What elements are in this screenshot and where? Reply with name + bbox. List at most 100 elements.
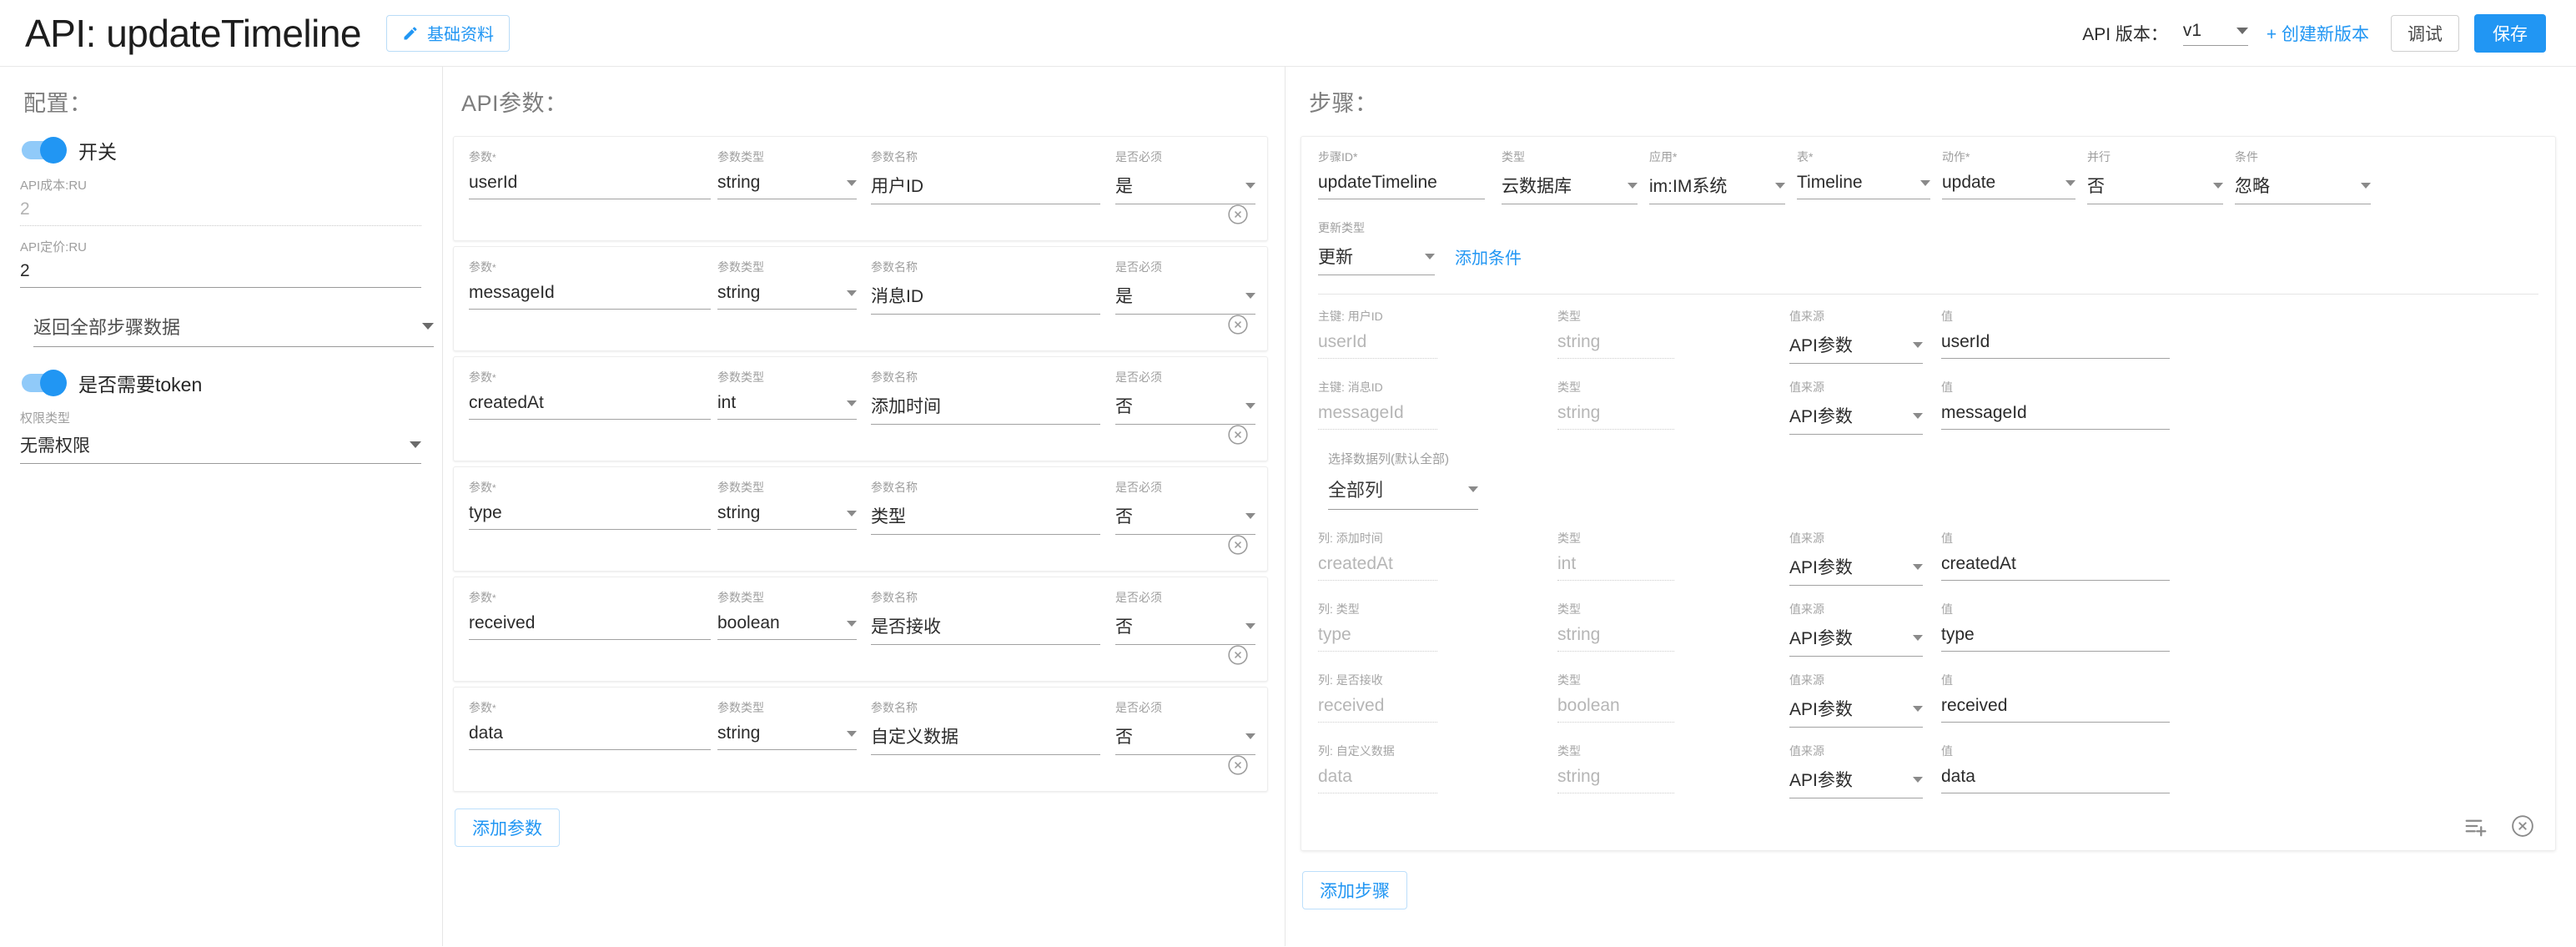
step-divider: [1318, 294, 2538, 295]
mapping-value-input[interactable]: 值 messageId: [1941, 379, 2170, 430]
step-table-select[interactable]: 表* Timeline: [1797, 149, 1930, 199]
param-name-input-value: data: [469, 723, 503, 743]
mapping-value-input[interactable]: 值 userId: [1941, 308, 2170, 359]
primary-key-mapping-row: 主键: 用户ID userId 类型 string 值来源 API参数 值 userId: [1318, 308, 2538, 364]
step-type-select[interactable]: 类型 云数据库: [1502, 149, 1638, 204]
remove-param-icon[interactable]: [1227, 424, 1249, 446]
enable-switch-toggle[interactable]: [22, 137, 67, 164]
auth-type-field[interactable]: 权限类型 无需权限: [20, 409, 421, 464]
return-mode-value: 返回全部步骤数据: [33, 317, 181, 338]
basic-info-button[interactable]: 基础资料: [386, 14, 511, 52]
step-app-select[interactable]: 应用* im:IM系统: [1649, 149, 1785, 204]
param-required-select[interactable]: 是否必须是: [1115, 259, 1255, 315]
mapping-value-input-label: 值: [1941, 602, 1953, 616]
mapping-source-select[interactable]: 值来源 API参数: [1789, 308, 1923, 364]
column-mapping-row: 列: 添加时间 createdAt 类型 int 值来源 API参数 值 createdAt: [1318, 530, 2538, 586]
param-required-select[interactable]: 是否必须否: [1115, 369, 1255, 425]
mapping-type-field-value: string: [1557, 767, 1601, 786]
param-name-input-label: 参数*: [469, 481, 496, 494]
debug-button[interactable]: 调试: [2391, 14, 2459, 52]
step-parallel-select[interactable]: 并行 否: [2087, 149, 2223, 204]
step-id-field[interactable]: 步骤ID* updateTimeline: [1318, 149, 1485, 199]
param-name-input[interactable]: 参数* received: [469, 589, 711, 640]
param-name-input-value: received: [469, 613, 536, 632]
remove-param-icon[interactable]: [1227, 534, 1249, 556]
add-list-item-icon[interactable]: [2463, 814, 2488, 839]
enable-switch-row[interactable]: 开关: [22, 136, 421, 164]
param-display-name-input[interactable]: 参数名称 类型: [871, 479, 1100, 535]
enable-switch-label: 开关: [78, 141, 117, 163]
mapping-value-input[interactable]: 值 type: [1941, 601, 2170, 652]
mapping-value-input[interactable]: 值 data: [1941, 743, 2170, 793]
param-type-select[interactable]: 参数类型 string: [717, 479, 857, 530]
param-required-select-label: 是否必须: [1115, 260, 1162, 274]
data-column-select[interactable]: 选择数据列(默认全部) 全部列: [1328, 450, 1478, 510]
param-type-select[interactable]: 参数类型 int: [717, 369, 857, 420]
mapping-source-select[interactable]: 值来源 API参数: [1789, 379, 1923, 435]
mapping-source-select[interactable]: 值来源 API参数: [1789, 672, 1923, 728]
param-type-select[interactable]: 参数类型 string: [717, 699, 857, 750]
save-button[interactable]: 保存: [2474, 13, 2546, 53]
api-version-select[interactable]: v1: [2182, 21, 2248, 46]
mapping-type-field-label: 类型: [1557, 744, 1581, 758]
api-cost-label: API成本:RU: [20, 179, 88, 193]
return-mode-select[interactable]: 返回全部步骤数据: [33, 313, 434, 347]
param-display-name-input[interactable]: 参数名称 用户ID: [871, 149, 1100, 204]
api-price-label: API定价:RU: [20, 240, 88, 254]
param-display-name-input[interactable]: 参数名称 添加时间: [871, 369, 1100, 425]
param-type-select-label: 参数类型: [717, 481, 764, 494]
mapping-source-select[interactable]: 值来源 API参数: [1789, 743, 1923, 798]
add-condition-link[interactable]: 添加条件: [1455, 244, 1522, 269]
token-switch-row[interactable]: 是否需要token: [22, 369, 421, 397]
mapping-source-select-label: 值来源: [1789, 310, 1824, 323]
remove-param-icon[interactable]: [1227, 204, 1249, 225]
step-condition-select[interactable]: 条件 忽略: [2235, 149, 2371, 204]
param-type-select[interactable]: 参数类型 string: [717, 149, 857, 199]
param-display-name-input[interactable]: 参数名称 消息ID: [871, 259, 1100, 315]
config-panel: 配置： 开关 API成本:RU 2 API定价:RU 2 返回全部步骤数据 是否…: [0, 67, 442, 946]
remove-param-icon[interactable]: [1227, 644, 1249, 666]
param-required-select[interactable]: 是否必须否: [1115, 589, 1255, 645]
param-display-name-input[interactable]: 参数名称 自定义数据: [871, 699, 1100, 755]
param-name-input[interactable]: 参数* messageId: [469, 259, 711, 310]
remove-param-icon[interactable]: [1227, 754, 1249, 776]
param-required-select[interactable]: 是否必须是: [1115, 149, 1255, 204]
param-card: 参数* userId 参数类型 string 参数名称 用户ID 是否必须是: [453, 136, 1268, 241]
mapping-column-field-value: type: [1318, 625, 1351, 644]
config-section-title: 配置：: [23, 91, 93, 116]
param-type-select[interactable]: 参数类型 string: [717, 259, 857, 310]
param-display-name-input-value: 类型: [871, 507, 906, 526]
param-name-input-label: 参数*: [469, 701, 496, 714]
mapping-column-field-label: 列: 类型: [1318, 602, 1360, 616]
step-id-value: updateTimeline: [1318, 173, 1485, 199]
remove-param-icon[interactable]: [1227, 314, 1249, 335]
delete-step-icon[interactable]: [2510, 814, 2535, 839]
chevron-down-icon: [2065, 179, 2075, 186]
update-type-select[interactable]: 更新类型 更新: [1318, 219, 1435, 275]
token-switch-toggle[interactable]: [22, 370, 67, 396]
mapping-column-field: 列: 自定义数据 data: [1318, 743, 1437, 793]
param-name-input[interactable]: 参数* type: [469, 479, 711, 530]
mapping-value-input[interactable]: 值 received: [1941, 672, 2170, 723]
api-price-field[interactable]: API定价:RU 2: [20, 238, 421, 288]
param-required-select-label: 是否必须: [1115, 150, 1162, 164]
chevron-down-icon: [1913, 412, 1923, 419]
mapping-source-select[interactable]: 值来源 API参数: [1789, 530, 1923, 586]
param-name-input[interactable]: 参数* createdAt: [469, 369, 711, 420]
param-display-name-input[interactable]: 参数名称 是否接收: [871, 589, 1100, 645]
param-required-select[interactable]: 是否必须否: [1115, 699, 1255, 755]
mapping-value-input[interactable]: 值 createdAt: [1941, 530, 2170, 581]
param-name-input[interactable]: 参数* data: [469, 699, 711, 750]
add-step-button[interactable]: 添加步骤: [1302, 871, 1407, 909]
mapping-source-select[interactable]: 值来源 API参数: [1789, 601, 1923, 657]
param-card-list: 参数* userId 参数类型 string 参数名称 用户ID 是否必须是参数* messa…: [453, 136, 1268, 792]
param-required-select[interactable]: 是否必须否: [1115, 479, 1255, 535]
add-param-button[interactable]: 添加参数: [455, 808, 560, 847]
column-mapping-list: 列: 添加时间 createdAt 类型 int 值来源 API参数值 createdAt 列…: [1318, 530, 2538, 798]
param-name-input[interactable]: 参数* userId: [469, 149, 711, 199]
param-type-select[interactable]: 参数类型 boolean: [717, 589, 857, 640]
step-action-select[interactable]: 动作* update: [1942, 149, 2075, 199]
create-new-version-link[interactable]: + 创建新版本: [2267, 21, 2369, 46]
step-parallel-label: 并行: [2087, 150, 2111, 164]
param-type-select-value: string: [717, 503, 761, 522]
